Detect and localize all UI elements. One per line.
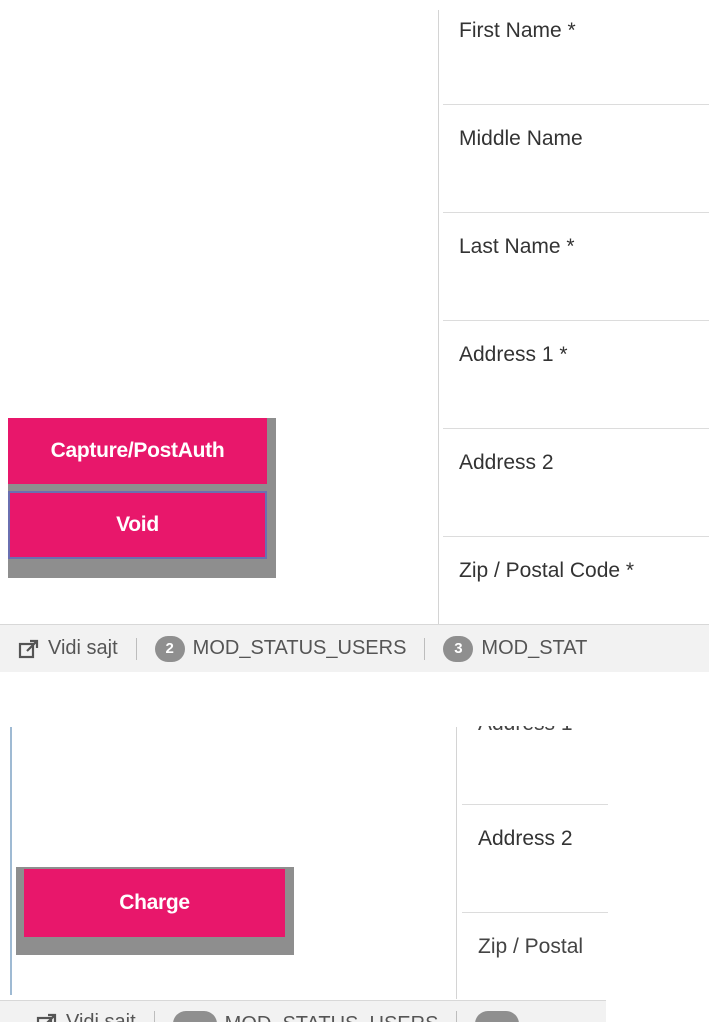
third-count-badge: 3 <box>443 635 474 662</box>
row-divider <box>443 428 709 429</box>
row-divider <box>443 212 709 213</box>
void-button[interactable]: Void <box>8 491 267 559</box>
third-count-badge <box>475 1011 520 1022</box>
row-divider <box>462 804 608 805</box>
left-border <box>10 727 12 995</box>
view-site-link[interactable]: Vidi sajt <box>36 1011 136 1022</box>
address1-label: Address 1 * <box>459 343 568 366</box>
view-site-link[interactable]: Vidi sajt <box>18 637 118 660</box>
charge-button[interactable]: Charge <box>24 869 285 937</box>
address1-label-clipped: Address 1 <box>478 726 608 740</box>
form-divider <box>456 727 457 999</box>
row-divider <box>443 320 709 321</box>
first-name-label: First Name * <box>459 19 576 42</box>
form-divider <box>438 10 439 624</box>
users-status-label: MOD_STATUS_USERS <box>225 1013 439 1022</box>
users-status-item[interactable]: MOD_STATUS_USERS <box>172 1011 439 1022</box>
address2-label: Address 2 <box>459 451 554 474</box>
row-divider <box>443 536 709 537</box>
status-separator <box>135 637 137 660</box>
external-link-icon <box>18 639 39 658</box>
view-site-label: Vidi sajt <box>66 1011 136 1022</box>
external-link-icon <box>36 1013 57 1022</box>
users-status-item[interactable]: 2 MOD_STATUS_USERS <box>154 635 407 662</box>
address1-label: Address 1 <box>478 726 573 736</box>
status-bar: Vidi sajt 2 MOD_STATUS_USERS 3 MOD_STAT <box>0 624 709 672</box>
users-count-badge: 2 <box>154 635 185 662</box>
middle-name-label: Middle Name <box>459 127 583 150</box>
row-divider <box>443 104 709 105</box>
capture-postauth-button[interactable]: Capture/PostAuth <box>8 418 267 484</box>
zip-postal-label: Zip / Postal <box>478 935 584 958</box>
third-status-item[interactable] <box>475 1011 527 1022</box>
users-status-label: MOD_STATUS_USERS <box>192 637 407 659</box>
last-name-label: Last Name * <box>459 235 575 258</box>
status-bar-clip: Vidi sajt MOD_STATUS_USERS <box>0 1000 606 1022</box>
zip-postal-code-label: Zip / Postal Code * <box>459 559 635 582</box>
status-separator <box>153 1011 155 1022</box>
status-separator <box>456 1011 458 1022</box>
status-bar: Vidi sajt MOD_STATUS_USERS <box>0 1000 606 1022</box>
address2-label: Address 2 <box>478 827 573 850</box>
third-status-item[interactable]: 3 MOD_STAT <box>443 635 588 662</box>
third-status-label: MOD_STAT <box>481 637 588 659</box>
users-count-badge <box>172 1011 217 1022</box>
view-site-label: Vidi sajt <box>48 637 118 659</box>
row-divider <box>462 912 608 913</box>
status-separator <box>424 637 426 660</box>
